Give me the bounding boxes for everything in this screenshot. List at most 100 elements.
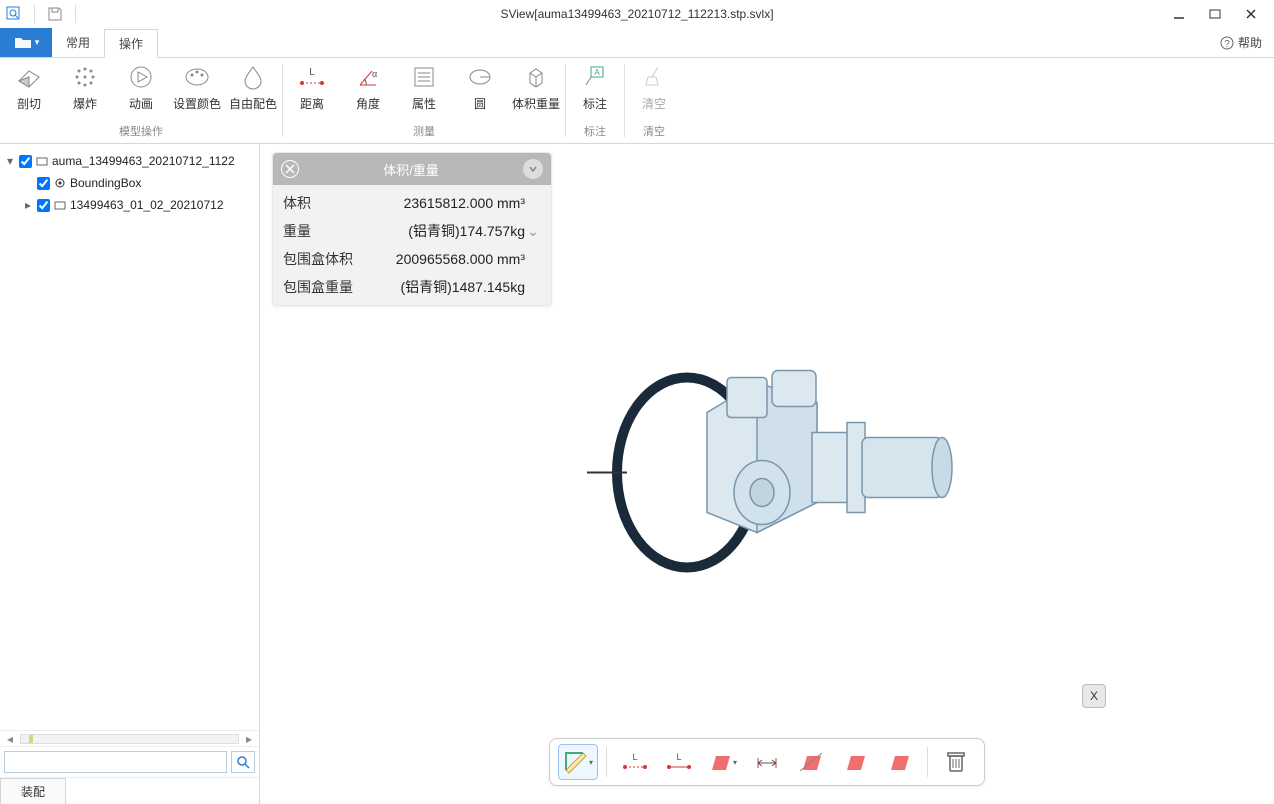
plane-icon <box>800 751 822 773</box>
distance-icon: L <box>622 752 648 772</box>
title-bar: SView[auma13499463_20210712_112213.stp.s… <box>0 0 1274 28</box>
tb-section-plane[interactable]: ▾ <box>703 744 743 780</box>
panel-collapse-button[interactable] <box>523 159 543 179</box>
file-menu-button[interactable]: ▾ <box>0 28 52 57</box>
scroll-right-icon[interactable]: ▸ <box>243 732 255 746</box>
tb-plane-c[interactable] <box>879 744 919 780</box>
plane-icon <box>844 751 866 773</box>
expand-icon[interactable]: ▾ <box>4 154 16 168</box>
ribbon-group-model-ops: 剖切 爆炸 动画 设置颜色 自由配色 模型操作 <box>0 58 282 143</box>
tab-common[interactable]: 常用 <box>52 28 104 57</box>
list-icon <box>409 62 439 92</box>
tb-dist2[interactable]: L <box>659 744 699 780</box>
ribbon-btn-freecolor[interactable]: 自由配色 <box>230 62 276 121</box>
ribbon-group-annotate: A 标注 标注 <box>566 58 624 143</box>
distance-icon: L <box>666 752 692 772</box>
ribbon-group-caption: 清空 <box>625 121 683 143</box>
explode-icon <box>70 62 100 92</box>
prop-row-volume: 体积 23615812.000 mm³ <box>273 189 551 217</box>
svg-text:L: L <box>632 752 637 762</box>
trash-icon <box>945 750 967 774</box>
menu-bar: ▾ 常用 操作 ? 帮助 <box>0 28 1274 58</box>
ribbon: 剖切 爆炸 动画 设置颜色 自由配色 模型操作 L <box>0 58 1274 144</box>
model-3d-render <box>557 323 977 626</box>
play-icon <box>126 62 156 92</box>
tb-trash[interactable] <box>936 744 976 780</box>
plane-icon <box>888 751 910 773</box>
tb-ruler[interactable]: ▾ <box>558 744 598 780</box>
circle-icon <box>465 62 495 92</box>
tree-node-label: 13499463_01_02_20210712 <box>70 198 224 212</box>
ribbon-btn-explode[interactable]: 爆炸 <box>62 62 108 121</box>
help-button[interactable]: ? 帮助 <box>1220 28 1274 57</box>
minimize-button[interactable] <box>1170 5 1188 23</box>
scroll-track[interactable] <box>20 734 239 744</box>
tree-node-boundingbox[interactable]: BoundingBox <box>4 172 255 194</box>
droplet-icon <box>238 62 268 92</box>
search-button[interactable] <box>231 751 255 773</box>
ribbon-btn-angle[interactable]: α 角度 <box>345 62 391 121</box>
ribbon-btn-annotate[interactable]: A 标注 <box>572 62 618 121</box>
qat-search-icon[interactable] <box>6 6 22 22</box>
model-tree[interactable]: ▾ auma_13499463_20210712_1122 BoundingBo… <box>0 144 259 730</box>
palette-icon <box>182 62 212 92</box>
span-icon <box>754 752 780 772</box>
tree-node-part[interactable]: ▸ 13499463_01_02_20210712 <box>4 194 255 216</box>
tree-checkbox[interactable] <box>37 199 50 212</box>
ribbon-group-caption: 模型操作 <box>0 121 282 143</box>
cube-icon <box>521 62 551 92</box>
search-input[interactable] <box>4 751 227 773</box>
ruler-icon <box>563 750 587 774</box>
weight-dropdown[interactable]: ⌄ <box>525 223 541 240</box>
toolbar-close-button[interactable]: X <box>1082 684 1106 708</box>
ribbon-btn-volweight[interactable]: 体积重量 <box>513 62 559 121</box>
prop-row-weight: 重量 (铝青铜)174.757kg ⌄ <box>273 217 551 245</box>
tb-plane-b[interactable] <box>835 744 875 780</box>
ribbon-group-clear: 清空 清空 <box>625 58 683 143</box>
svg-text:?: ? <box>1224 39 1230 50</box>
ribbon-btn-setcolor[interactable]: 设置颜色 <box>174 62 220 121</box>
scroll-left-icon[interactable]: ◂ <box>4 732 16 746</box>
ribbon-group-caption: 测量 <box>283 121 565 143</box>
panel-close-button[interactable] <box>281 160 299 178</box>
svg-text:α: α <box>372 69 377 79</box>
svg-text:A: A <box>594 68 600 77</box>
ribbon-btn-clear[interactable]: 清空 <box>631 62 677 121</box>
close-button[interactable] <box>1242 5 1260 23</box>
panel-title: 体积/重量 <box>299 160 523 179</box>
section-icon <box>14 62 44 92</box>
ribbon-btn-circle[interactable]: 圆 <box>457 62 503 121</box>
expand-icon[interactable]: ▸ <box>22 198 34 212</box>
tb-plane-a[interactable] <box>791 744 831 780</box>
tree-node-label: BoundingBox <box>70 176 141 190</box>
tree-hscroll[interactable]: ◂ ▸ <box>0 731 259 747</box>
assembly-icon <box>53 198 67 212</box>
tab-operate[interactable]: 操作 <box>104 29 158 58</box>
ribbon-btn-attribute[interactable]: 属性 <box>401 62 447 121</box>
tree-checkbox[interactable] <box>19 155 32 168</box>
tb-span[interactable] <box>747 744 787 780</box>
maximize-button[interactable] <box>1206 5 1224 23</box>
tree-checkbox[interactable] <box>37 177 50 190</box>
help-label: 帮助 <box>1238 34 1262 51</box>
tree-node-root[interactable]: ▾ auma_13499463_20210712_1122 <box>4 150 255 172</box>
tb-dist1[interactable]: L <box>615 744 655 780</box>
gear-icon <box>53 176 67 190</box>
ribbon-btn-animate[interactable]: 动画 <box>118 62 164 121</box>
broom-icon <box>639 62 669 92</box>
scroll-thumb[interactable] <box>29 735 33 743</box>
ribbon-btn-section[interactable]: 剖切 <box>6 62 52 121</box>
viewport-3d[interactable]: 体积/重量 体积 23615812.000 mm³ 重量 (铝青铜)174.75… <box>260 144 1274 804</box>
model-tree-sidebar: ▾ auma_13499463_20210712_1122 BoundingBo… <box>0 144 260 804</box>
distance-icon: L <box>297 62 327 92</box>
svg-text:L: L <box>676 752 681 762</box>
angle-icon: α <box>353 62 383 92</box>
prop-row-bbox-volume: 包围盒体积 200965568.000 mm³ <box>273 245 551 273</box>
qat-save-icon[interactable] <box>47 6 63 22</box>
volume-weight-panel: 体积/重量 体积 23615812.000 mm³ 重量 (铝青铜)174.75… <box>272 152 552 306</box>
svg-text:L: L <box>309 67 315 78</box>
ribbon-btn-distance[interactable]: L 距离 <box>289 62 335 121</box>
prop-row-bbox-weight: 包围盒重量 (铝青铜)1487.145kg <box>273 273 551 301</box>
tree-node-label: auma_13499463_20210712_1122 <box>52 154 235 168</box>
sidebar-tab-assembly[interactable]: 装配 <box>0 778 66 804</box>
